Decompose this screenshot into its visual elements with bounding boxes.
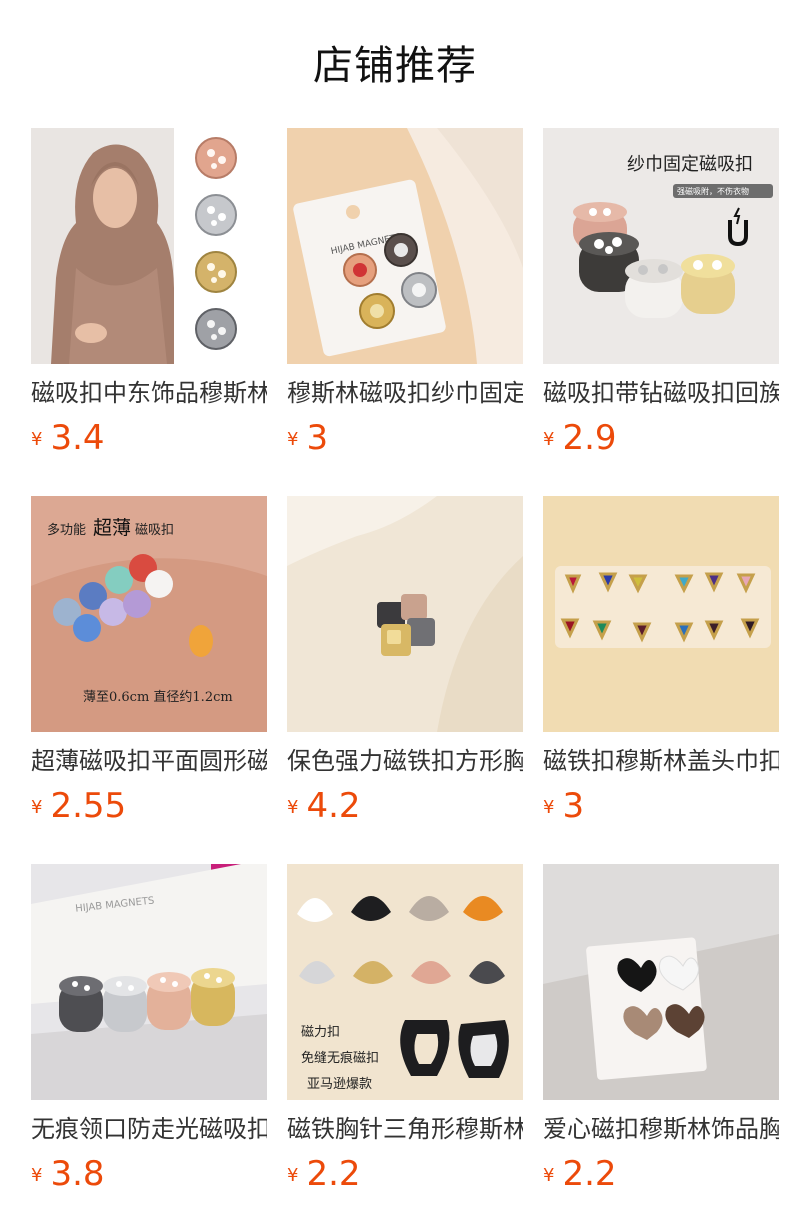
price-value: 2.2 xyxy=(562,1154,617,1194)
product-card[interactable]: 磁吸扣中东饰品穆斯林头巾 ¥3.4 xyxy=(31,128,267,496)
product-price: ¥3 xyxy=(287,418,523,458)
currency-symbol: ¥ xyxy=(287,797,299,818)
product-name[interactable]: 无痕领口防走光磁吸扣 xyxy=(31,1114,267,1144)
image-text-a: 多功能 xyxy=(47,522,86,538)
price-value: 3 xyxy=(306,418,329,458)
product-price: ¥3.8 xyxy=(31,1154,267,1194)
product-price: ¥2.55 xyxy=(31,786,267,826)
product-price: ¥4.2 xyxy=(287,786,523,826)
product-image[interactable]: 磁力扣 免缝无痕磁扣 亚马逊爆款 xyxy=(287,864,523,1100)
product-price: ¥3 xyxy=(543,786,779,826)
image-text-a: 磁力扣 xyxy=(301,1025,340,1040)
product-image[interactable]: HIJAB MAGNETS xyxy=(287,128,523,364)
product-name[interactable]: 爱心磁扣穆斯林饰品胸针 xyxy=(543,1114,779,1144)
product-price: ¥2.2 xyxy=(287,1154,523,1194)
currency-symbol: ¥ xyxy=(287,1165,299,1186)
image-sub-text: 强磁吸附，不伤衣物 xyxy=(677,186,749,196)
price-value: 2.55 xyxy=(50,786,127,826)
currency-symbol: ¥ xyxy=(543,429,555,450)
image-text-c: 亚马逊爆款 xyxy=(307,1077,372,1092)
image-text-b: 免缝无痕磁扣 xyxy=(301,1050,379,1066)
product-image[interactable]: 多功能 超薄 磁吸扣 薄至0.6cm 直径约1.2cm xyxy=(31,496,267,732)
product-grid: 磁吸扣中东饰品穆斯林头巾 ¥3.4 HIJAB MAGNETS 穆 xyxy=(31,128,779,1232)
product-name[interactable]: 超薄磁吸扣平面圆形磁扣 xyxy=(31,746,267,776)
product-card[interactable]: 多功能 超薄 磁吸扣 薄至0.6cm 直径约1.2cm 超薄磁吸扣平面圆形磁扣 … xyxy=(31,496,267,864)
price-value: 2.9 xyxy=(562,418,617,458)
product-name[interactable]: 穆斯林磁吸扣纱巾固定扣 xyxy=(287,378,523,408)
image-title-text: 纱巾固定磁吸扣 xyxy=(627,154,753,175)
currency-symbol: ¥ xyxy=(31,429,43,450)
price-value: 3.4 xyxy=(50,418,105,458)
price-value: 3 xyxy=(562,786,585,826)
currency-symbol: ¥ xyxy=(543,1165,555,1186)
product-price: ¥2.9 xyxy=(543,418,779,458)
product-image[interactable] xyxy=(287,496,523,732)
price-value: 4.2 xyxy=(306,786,361,826)
currency-symbol: ¥ xyxy=(31,797,43,818)
product-image[interactable]: HIJAB MAGNETS xyxy=(31,864,267,1100)
currency-symbol: ¥ xyxy=(287,429,299,450)
product-price: ¥3.4 xyxy=(31,418,267,458)
product-image[interactable] xyxy=(543,496,779,732)
product-image[interactable] xyxy=(31,128,267,364)
currency-symbol: ¥ xyxy=(543,797,555,818)
product-card[interactable]: 磁力扣 免缝无痕磁扣 亚马逊爆款 磁铁胸针三角形穆斯林 ¥2.2 xyxy=(287,864,523,1232)
product-card[interactable]: 磁铁扣穆斯林盖头巾扣 ¥3 xyxy=(543,496,779,864)
product-image[interactable]: 纱巾固定磁吸扣 强磁吸附，不伤衣物 xyxy=(543,128,779,364)
product-name[interactable]: 保色强力磁铁扣方形胸针 xyxy=(287,746,523,776)
image-text-d: 薄至0.6cm 直径约1.2cm xyxy=(83,690,233,705)
product-card[interactable]: 保色强力磁铁扣方形胸针 ¥4.2 xyxy=(287,496,523,864)
product-card[interactable]: HIJAB MAGNETS 穆斯林磁吸扣纱巾固定扣 ¥3 xyxy=(287,128,523,496)
product-name[interactable]: 磁吸扣中东饰品穆斯林头巾 xyxy=(31,378,267,408)
image-text-b: 超薄 xyxy=(93,517,131,539)
product-card[interactable]: HIJAB MAGNETS 无痕领口防走光磁吸扣 ¥ 3.8 xyxy=(31,864,267,1232)
page-header: 店铺推荐 xyxy=(0,0,790,128)
product-name[interactable]: 磁铁扣穆斯林盖头巾扣 xyxy=(543,746,779,776)
product-name[interactable]: 磁吸扣带钻磁吸扣回族 xyxy=(543,378,779,408)
price-value: 3.8 xyxy=(50,1154,105,1194)
product-name[interactable]: 磁铁胸针三角形穆斯林 xyxy=(287,1114,523,1144)
product-price: ¥2.2 xyxy=(543,1154,779,1194)
product-card[interactable]: 纱巾固定磁吸扣 强磁吸附，不伤衣物 磁吸扣带钻磁吸扣回族 ¥ 2.9 xyxy=(543,128,779,496)
price-value: 2.2 xyxy=(306,1154,361,1194)
image-text-c: 磁吸扣 xyxy=(135,523,174,538)
product-image[interactable] xyxy=(543,864,779,1100)
page-title: 店铺推荐 xyxy=(313,43,477,89)
currency-symbol: ¥ xyxy=(31,1165,43,1186)
product-card[interactable]: 爱心磁扣穆斯林饰品胸针 ¥2.2 xyxy=(543,864,779,1232)
